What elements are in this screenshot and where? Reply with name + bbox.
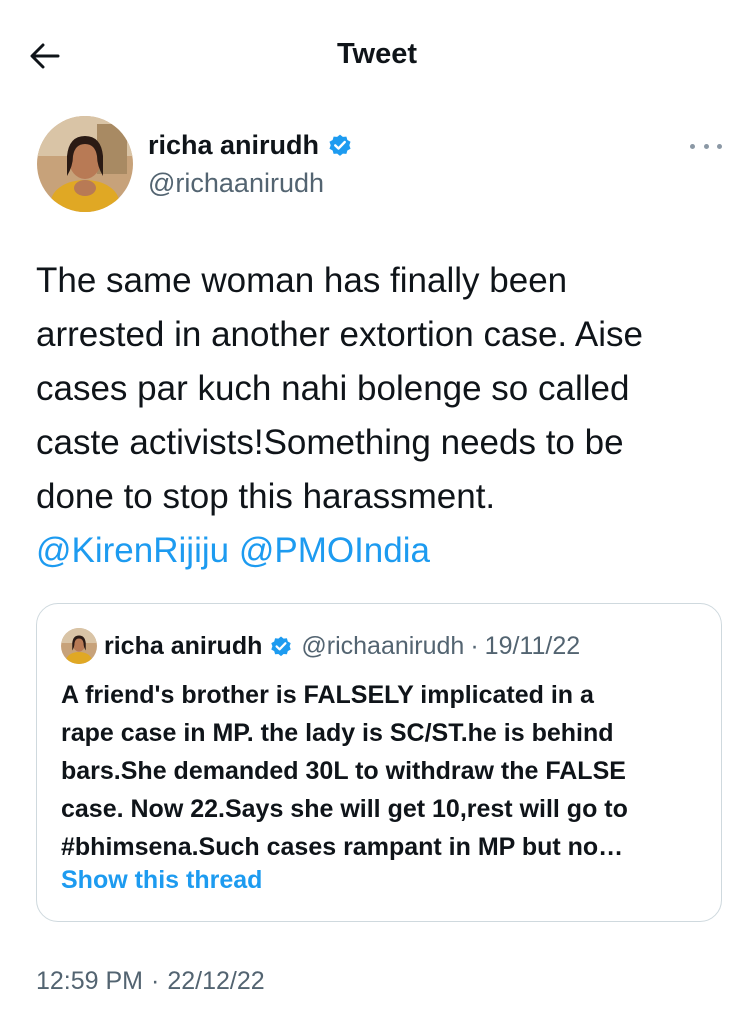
tweet-text-line: arrested in another extortion case. Aise xyxy=(36,315,644,354)
tweet-text-line: caste activists!Something needs to be xyxy=(36,423,624,462)
tweet-text: The same woman has finally been arrested… xyxy=(36,254,736,578)
tweet-text-line: cases par kuch nahi bolenge so called xyxy=(36,369,630,408)
quoted-text-line: rape case in MP. the lady is SC/ST.he is… xyxy=(61,719,614,747)
more-options-button[interactable] xyxy=(690,134,722,158)
quoted-text-line: bars.She demanded 30L to withdraw the FA… xyxy=(61,757,626,785)
separator-dot: · xyxy=(470,632,479,660)
mention-link-pmoindia[interactable]: @PMOIndia xyxy=(239,531,430,570)
author-name-text: richa anirudh xyxy=(148,130,320,160)
verified-badge-icon xyxy=(271,636,292,656)
quoted-tweet-date: 19/11/22 xyxy=(484,632,581,660)
tweet-timestamp: 12:59 PM · 22/12/22 xyxy=(36,967,265,996)
author-avatar[interactable] xyxy=(37,116,133,212)
tweet-text-line: The same woman has finally been xyxy=(36,261,568,300)
tweet-time: 12:59 PM xyxy=(36,967,144,995)
separator-dot: · xyxy=(151,967,160,995)
more-horizontal-icon-dot xyxy=(717,143,722,149)
mentions-line: @KirenRijiju @PMOIndia xyxy=(36,524,736,578)
quoted-text-line: A friend's brother is FALSELY implicated… xyxy=(61,681,594,709)
top-bar: Tweet xyxy=(0,0,754,110)
author-handle[interactable]: @richaanirudh xyxy=(148,168,324,199)
quoted-author-handle: @richaanirudh xyxy=(301,632,465,660)
tweet-date: 22/12/22 xyxy=(167,967,265,995)
page-title: Tweet xyxy=(336,38,418,70)
tweet-text-line: done to stop this harassment. xyxy=(36,477,496,516)
more-horizontal-icon-dot xyxy=(703,143,709,149)
quoted-tweet-header: richa anirudh @richaanirudh · 19/11/22 xyxy=(104,632,580,661)
more-horizontal-icon xyxy=(690,143,695,149)
mention-link-kirenrijiju[interactable]: @KirenRijiju xyxy=(36,531,229,570)
author-name[interactable]: richa anirudh xyxy=(148,130,353,161)
verified-badge-icon xyxy=(329,134,351,156)
quoted-tweet-card[interactable]: richa anirudh @richaanirudh · 19/11/22 A… xyxy=(36,603,722,922)
quoted-author-name: richa anirudh xyxy=(104,632,263,660)
quoted-text-line: case. Now 22.Says she will get 10,rest w… xyxy=(61,795,628,823)
quoted-tweet-text: A friend's brother is FALSELY implicated… xyxy=(61,676,711,866)
show-thread-link[interactable]: Show this thread xyxy=(61,866,262,895)
tweet-detail-page: Tweet richa anirudh @richaanirudh The sa… xyxy=(0,0,754,1024)
quoted-author-avatar[interactable] xyxy=(61,628,97,664)
quoted-text-line: #bhimsena.Such cases rampant in MP but n… xyxy=(61,833,624,861)
